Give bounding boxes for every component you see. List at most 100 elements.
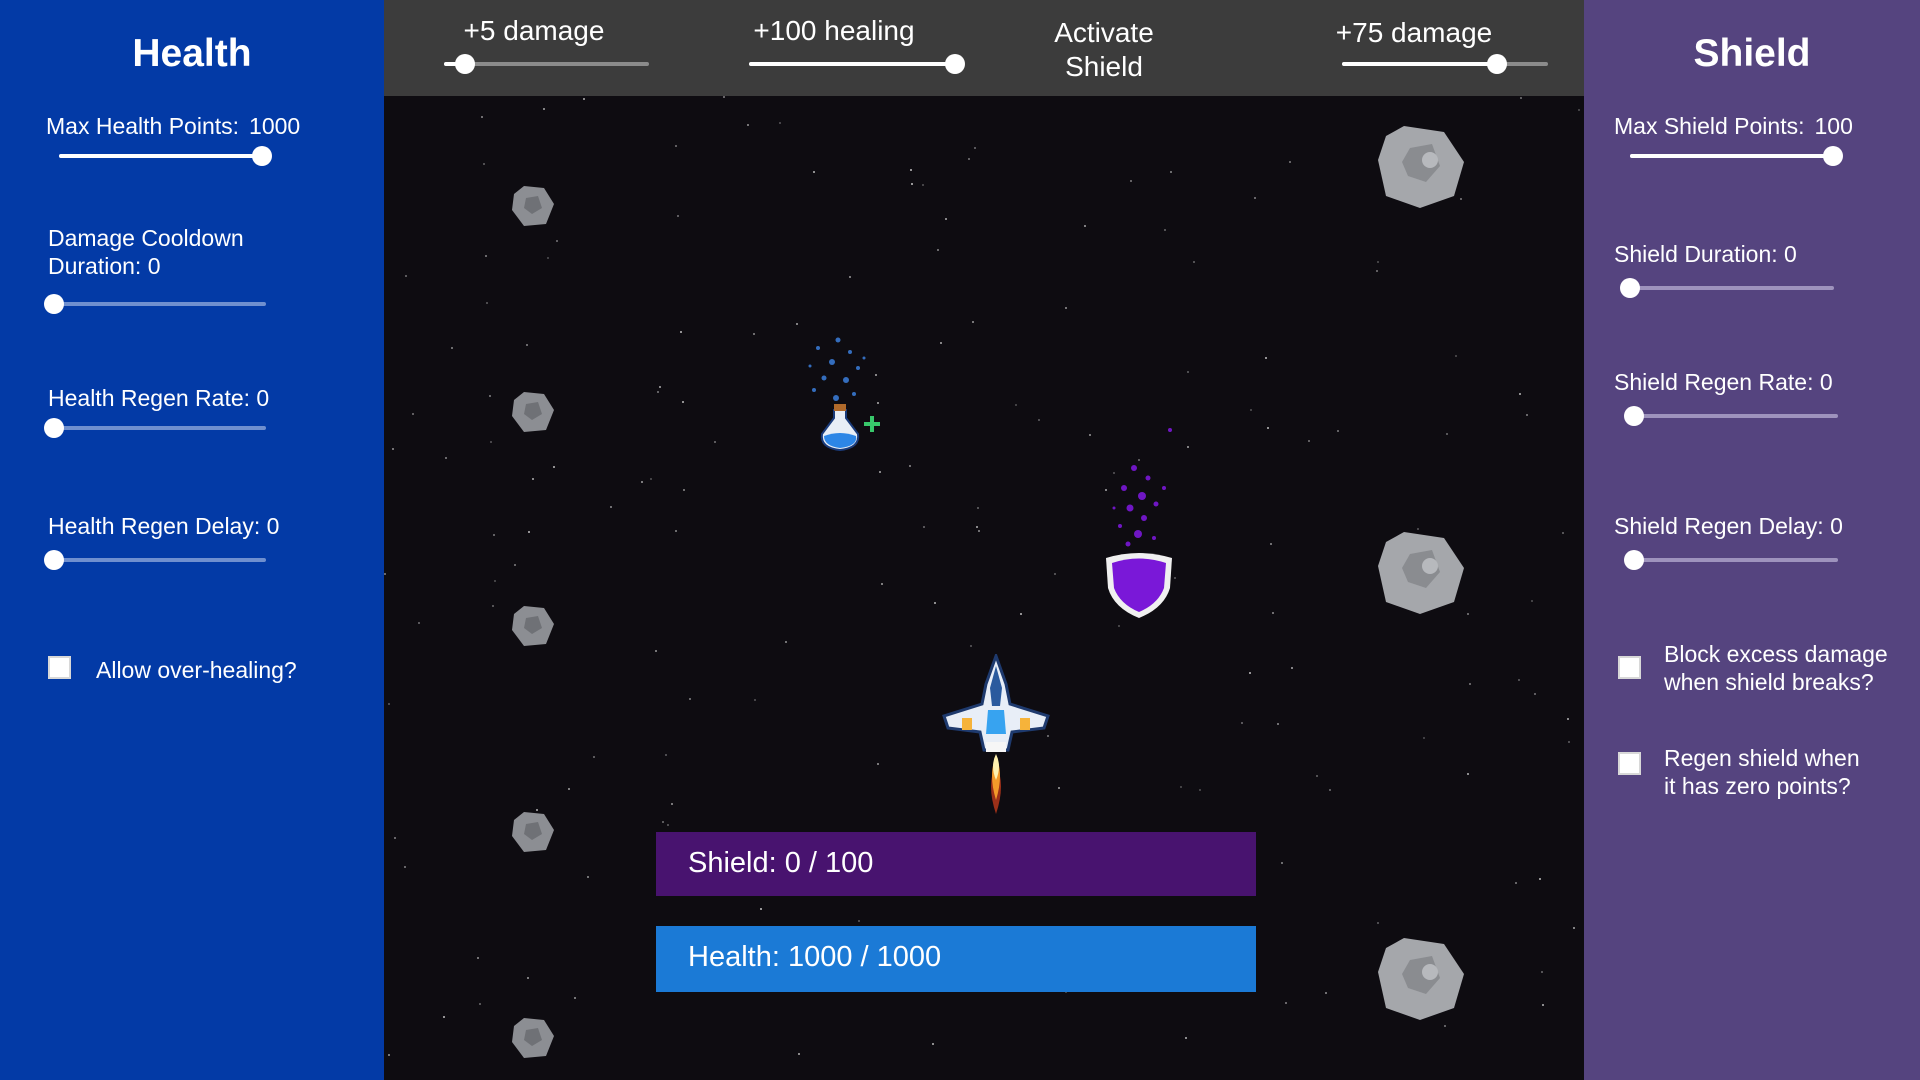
star (760, 908, 762, 910)
small-damage-slider[interactable] (444, 54, 649, 74)
star (528, 531, 530, 533)
star (1520, 97, 1522, 99)
star (1270, 543, 1272, 545)
shield-regen-rate-slider-thumb[interactable] (1624, 406, 1644, 426)
star (937, 249, 939, 251)
overheal-checkbox[interactable] (48, 656, 71, 679)
star (667, 824, 669, 826)
star (405, 275, 407, 277)
healing-slider-thumb[interactable] (945, 54, 965, 74)
shield-status-bar: Shield: 0 / 100 (656, 832, 1256, 896)
star (1291, 667, 1293, 669)
star (1084, 225, 1086, 227)
star (1058, 787, 1060, 789)
shield-regen-delay-slider-thumb[interactable] (1624, 550, 1644, 570)
star (1281, 862, 1283, 864)
star (593, 756, 595, 758)
star (1265, 357, 1267, 359)
star (909, 465, 911, 467)
star (392, 448, 394, 450)
block-excess-checkbox[interactable] (1618, 656, 1641, 679)
max-health-slider[interactable] (59, 146, 272, 166)
star (1054, 573, 1056, 575)
star (1467, 773, 1469, 775)
star (650, 478, 652, 480)
health-regen-rate-slider[interactable] (44, 418, 266, 438)
healing-slider[interactable] (749, 54, 965, 74)
star (1578, 109, 1580, 111)
health-panel: Health Max Health Points: 1000 Damage Coo… (0, 0, 384, 1080)
star (388, 703, 390, 705)
health-status-text: Health: 1000 / 1000 (688, 941, 942, 973)
star (1277, 723, 1279, 725)
spaceship-icon (942, 654, 1050, 814)
star (1187, 371, 1189, 373)
max-shield-label-text: Max Shield Points: (1614, 113, 1805, 139)
max-health-slider-thumb[interactable] (252, 146, 272, 166)
star (747, 124, 749, 126)
shield-duration-slider-thumb[interactable] (1620, 278, 1640, 298)
small-damage-label: +5 damage (463, 15, 605, 46)
max-health-value: 1000 (249, 113, 301, 139)
star (877, 763, 879, 765)
small-damage-slider-thumb[interactable] (454, 54, 475, 74)
activate-shield-line1: Activate (1054, 17, 1154, 48)
star (677, 215, 679, 217)
star (714, 441, 716, 443)
star (1534, 693, 1536, 695)
star (1015, 404, 1017, 406)
damage-cooldown-slider[interactable] (44, 294, 266, 314)
health-regen-delay-slider-thumb[interactable] (44, 550, 64, 570)
health-regen-delay-slider[interactable] (44, 550, 266, 570)
star (1272, 612, 1274, 614)
star (923, 526, 925, 528)
shield-regen-rate-slider[interactable] (1624, 406, 1838, 426)
damage-cooldown-slider-thumb[interactable] (44, 294, 64, 314)
shield-duration-label: Shield Duration: 0 (1614, 241, 1797, 267)
star (1170, 171, 1172, 173)
star (526, 344, 528, 346)
overheal-label: Allow over-healing? (96, 657, 297, 683)
large-damage-slider-thumb[interactable] (1486, 54, 1507, 74)
star (1562, 532, 1564, 534)
star (1185, 1037, 1187, 1039)
shield-regen-delay-slider[interactable] (1624, 550, 1838, 570)
star (1130, 180, 1132, 182)
max-shield-slider[interactable] (1630, 146, 1843, 166)
star (1567, 718, 1569, 720)
star (1541, 971, 1543, 973)
star (1065, 307, 1067, 309)
star (556, 240, 558, 242)
star (1573, 927, 1575, 929)
star (1467, 613, 1469, 615)
star (388, 1054, 390, 1056)
star (723, 96, 725, 98)
large-damage-slider[interactable] (1342, 54, 1548, 74)
star (553, 466, 555, 468)
star (910, 169, 912, 171)
star (443, 1016, 445, 1018)
block-excess-line1: Block excess damage (1664, 641, 1888, 667)
star (489, 395, 491, 397)
star (932, 1043, 934, 1045)
max-shield-slider-thumb[interactable] (1823, 146, 1843, 166)
regen-zero-checkbox[interactable] (1618, 752, 1641, 775)
max-health-label: Max Health Points: 1000 (46, 112, 300, 140)
star (968, 158, 970, 160)
star (1329, 789, 1331, 791)
star (665, 754, 667, 756)
asteroid-icon (512, 392, 554, 432)
star (1164, 229, 1166, 231)
star (1325, 992, 1327, 994)
shield-icon (1106, 428, 1172, 618)
star (976, 526, 978, 528)
star (412, 413, 414, 415)
star (490, 441, 492, 443)
activate-shield-button[interactable]: Activate Shield (1024, 16, 1184, 84)
shield-duration-slider[interactable] (1620, 278, 1834, 298)
health-regen-rate-slider-thumb[interactable] (44, 418, 64, 438)
star (1444, 1025, 1446, 1027)
star (583, 98, 585, 100)
star (779, 122, 781, 124)
star (1568, 741, 1570, 743)
